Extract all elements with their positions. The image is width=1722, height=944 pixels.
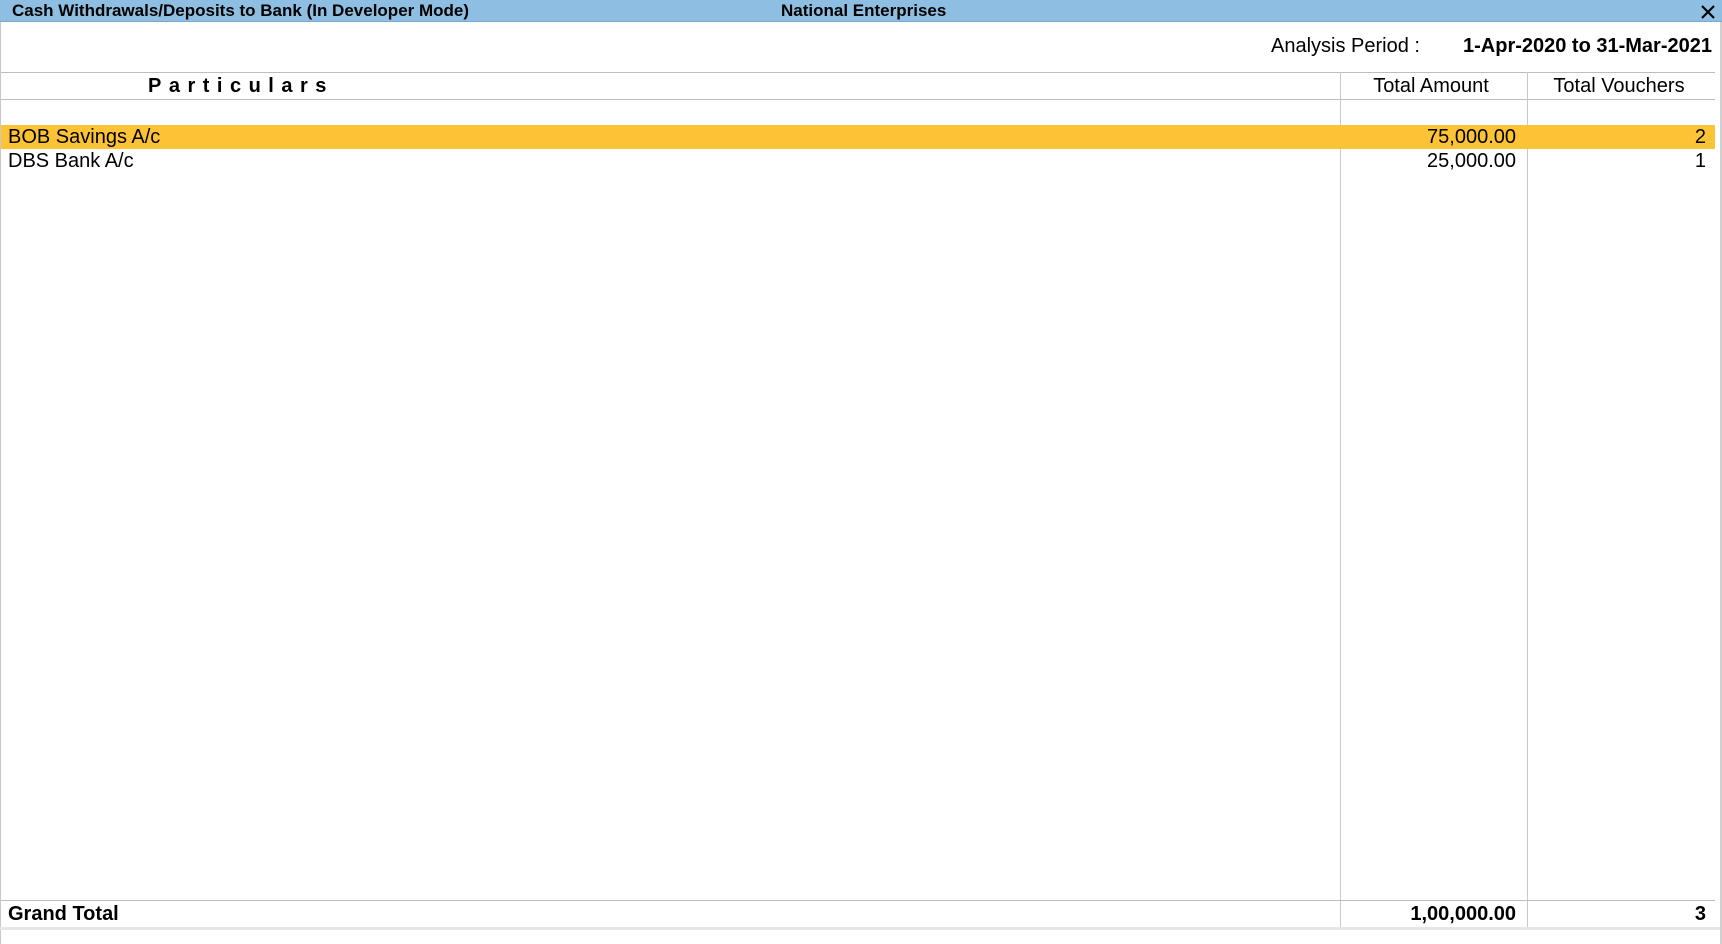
- bottom-rule: [0, 927, 1720, 930]
- close-icon: [1701, 5, 1715, 19]
- grand-total-vouchers: 3: [1694, 903, 1706, 925]
- analysis-period-label: Analysis Period :: [1271, 35, 1420, 57]
- column-header-total-vouchers: Total Vouchers: [1553, 75, 1685, 97]
- grand-total-amount: 1,00,000.00: [1410, 903, 1516, 925]
- row-particulars: DBS Bank A/c: [8, 150, 134, 172]
- analysis-period-value[interactable]: 1-Apr-2020 to 31-Mar-2021: [1463, 34, 1712, 58]
- column-header-total-amount: Total Amount: [1373, 75, 1489, 97]
- grand-total-label: Grand Total: [8, 903, 119, 925]
- column-header-particulars: Particulars: [148, 75, 334, 97]
- close-button[interactable]: [1698, 2, 1718, 22]
- column-divider-amount: [1340, 72, 1341, 927]
- column-divider-vouchers: [1527, 72, 1528, 927]
- row-particulars: BOB Savings A/c: [8, 126, 161, 148]
- row-total-vouchers: 1: [1694, 150, 1706, 172]
- header-bottom-rule: [1, 99, 1715, 100]
- report-title: Cash Withdrawals/Deposits to Bank (In De…: [12, 1, 470, 20]
- company-name: National Enterprises: [781, 1, 947, 20]
- row-total-amount: 25,000.00: [1427, 150, 1516, 172]
- row-total-vouchers: 2: [1694, 126, 1706, 148]
- grand-total-row: Grand Total 1,00,000.00 3: [1, 902, 1715, 926]
- table-row[interactable]: BOB Savings A/c 75,000.00 2: [1, 125, 1715, 149]
- title-bar: Cash Withdrawals/Deposits to Bank (In De…: [0, 0, 1722, 22]
- header-top-rule: [1, 72, 1715, 73]
- total-top-rule: [1, 900, 1715, 901]
- row-total-amount: 75,000.00: [1427, 126, 1516, 148]
- table-row[interactable]: DBS Bank A/c 25,000.00 1: [1, 149, 1715, 173]
